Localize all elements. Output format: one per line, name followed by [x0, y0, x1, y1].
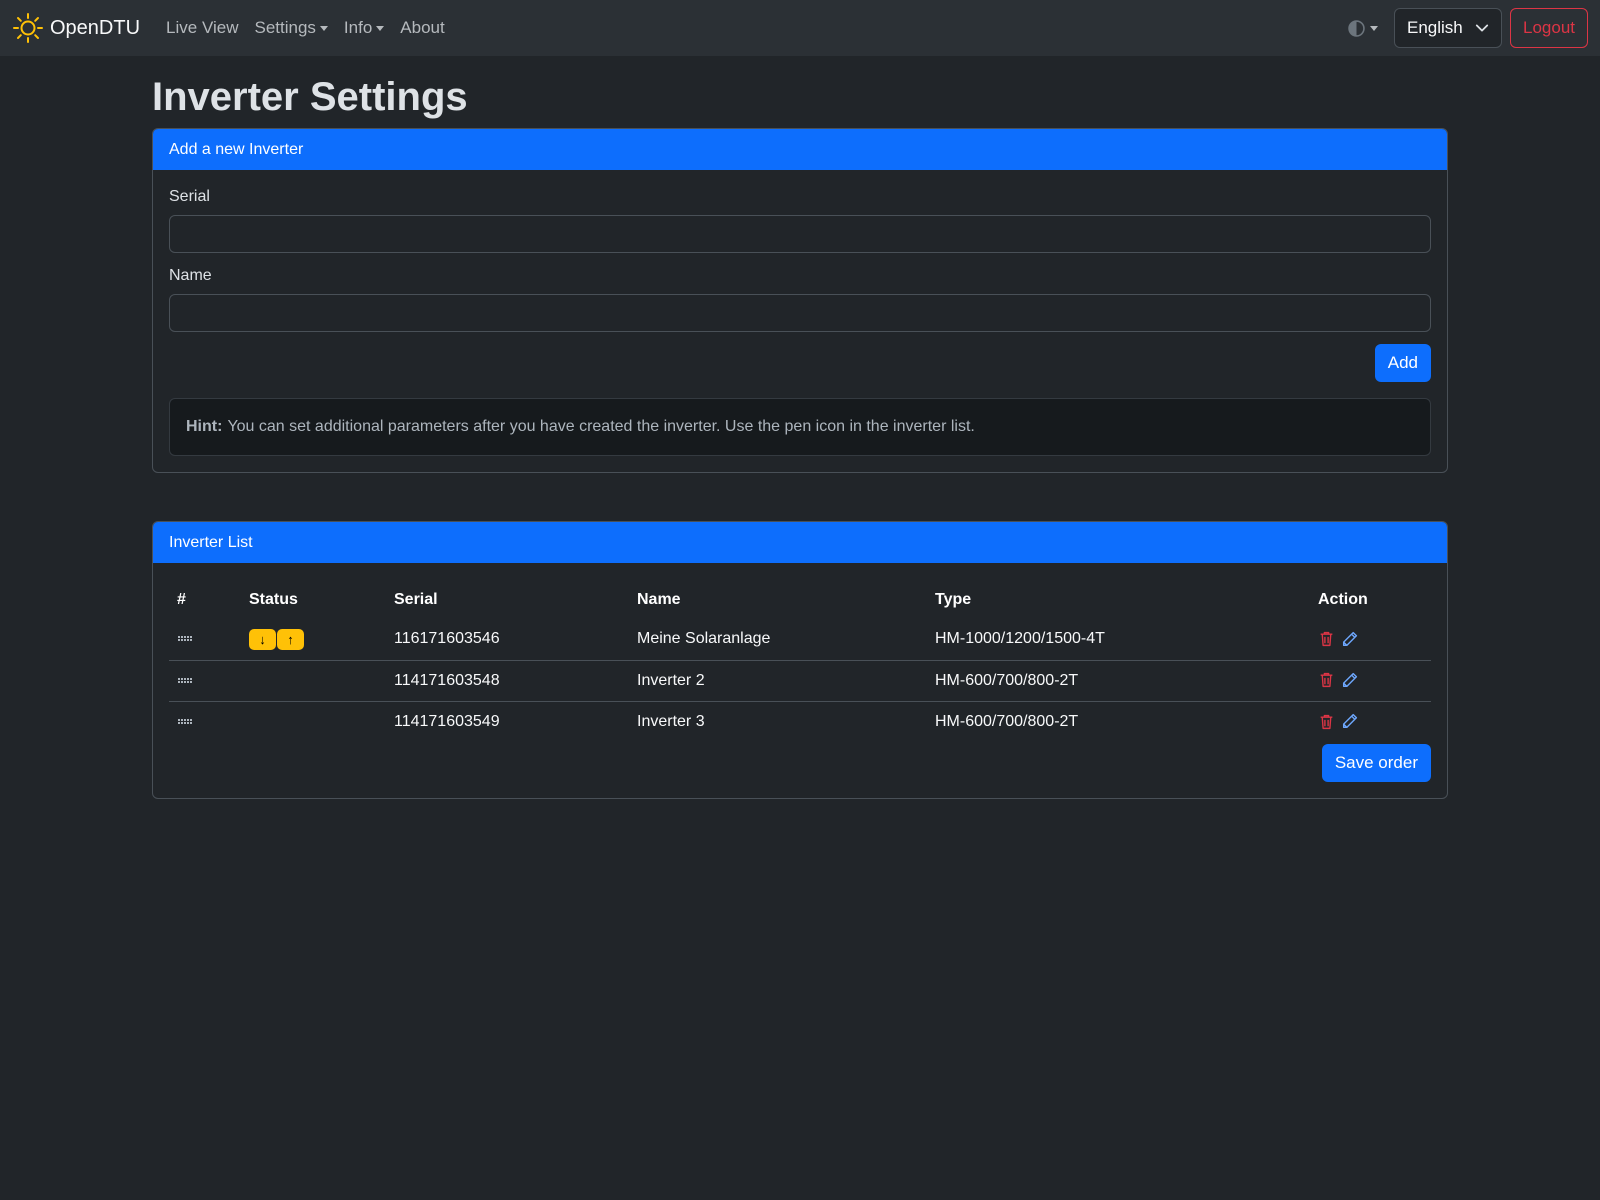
save-order-button[interactable]: Save order: [1321, 744, 1431, 782]
hint-box: Hint: You can set additional parameters …: [169, 398, 1431, 456]
page-title: Inverter Settings: [152, 75, 468, 119]
row-type: HM-600/700/800-2T: [927, 659, 1310, 701]
inverter-list-card: Inverter List # Status Serial Name Type …: [152, 521, 1448, 799]
table-row: 114171603548 Inverter 2 HM-600/700/800-2…: [169, 659, 1431, 701]
row-status: [241, 700, 386, 742]
add-inverter-card: Add a new Inverter Serial Name Add Hint:…: [152, 128, 1448, 473]
nav-settings-label: Settings: [254, 18, 316, 37]
row-serial: 114171603548: [386, 659, 629, 701]
language-select[interactable]: English: [1394, 8, 1502, 48]
nav-info-dropdown[interactable]: Info: [343, 18, 385, 38]
name-label: Name: [169, 267, 212, 284]
row-name: Inverter 2: [629, 659, 927, 701]
nav-about[interactable]: About: [400, 18, 444, 38]
row-status: [241, 659, 386, 701]
caret-down-icon: [1370, 25, 1378, 31]
receive-badge: ↓: [249, 628, 276, 650]
theme-toggle[interactable]: [1348, 19, 1378, 37]
brand-name: OpenDTU: [50, 16, 141, 39]
send-badge: ↑: [277, 628, 304, 650]
pencil-icon[interactable]: [1341, 672, 1358, 689]
col-header-action: Action: [1318, 591, 1368, 608]
trash-icon[interactable]: [1318, 630, 1335, 648]
main-content: Inverter Settings Add a new Inverter Ser…: [152, 56, 1448, 799]
table-row: 114171603549 Inverter 3 HM-600/700/800-2…: [169, 700, 1431, 742]
col-header-status: Status: [249, 591, 298, 608]
col-header-name: Name: [637, 591, 681, 608]
drag-handle-icon[interactable]: [177, 677, 193, 685]
col-header-serial: Serial: [394, 591, 438, 608]
add-inverter-header: Add a new Inverter: [153, 129, 1447, 170]
hint-text: You can set additional parameters after …: [227, 418, 975, 435]
name-input[interactable]: [169, 294, 1431, 332]
language-value: English: [1407, 18, 1463, 37]
chevron-down-icon: [1475, 24, 1489, 32]
pencil-icon[interactable]: [1341, 713, 1358, 730]
nav-about-label: About: [400, 18, 445, 37]
col-header-index: #: [177, 591, 186, 608]
navbar: OpenDTU Live View Settings Info About En…: [0, 0, 1600, 56]
row-serial: 114171603549: [386, 700, 629, 742]
caret-down-icon: [319, 25, 328, 31]
drag-handle-icon[interactable]: [177, 718, 193, 726]
nav-live-view-label: Live View: [166, 18, 239, 37]
inverter-table: # Status Serial Name Type Action ↓ ↑ 116…: [169, 581, 1431, 742]
caret-down-icon: [376, 25, 385, 31]
row-type: HM-1000/1200/1500-4T: [935, 630, 1105, 648]
inverter-list-header: Inverter List: [153, 522, 1447, 563]
nav-settings-dropdown[interactable]: Settings: [254, 18, 328, 38]
add-button[interactable]: Add: [1374, 344, 1431, 382]
nav-live-view[interactable]: Live View: [166, 18, 238, 38]
brand[interactable]: OpenDTU: [12, 12, 140, 44]
circle-half-icon: [1348, 19, 1365, 37]
logout-button[interactable]: Logout: [1510, 8, 1588, 48]
row-type: HM-600/700/800-2T: [927, 700, 1310, 742]
pencil-icon[interactable]: [1341, 631, 1358, 648]
col-header-type: Type: [935, 591, 972, 608]
row-name: Meine Solaranlage: [637, 630, 771, 648]
row-name: Inverter 3: [629, 700, 927, 742]
row-serial: 116171603546: [394, 630, 500, 648]
serial-label: Serial: [169, 188, 210, 205]
trash-icon[interactable]: [1318, 671, 1335, 689]
hint-label: Hint:: [186, 418, 223, 435]
nav-info-label: Info: [343, 18, 373, 37]
table-row: ↓ ↑ 116171603546 Meine Solaranlage HM-100…: [169, 619, 1431, 660]
sun-logo-icon: [13, 13, 43, 43]
serial-input[interactable]: [169, 215, 1431, 253]
trash-icon[interactable]: [1318, 713, 1335, 731]
drag-handle-icon[interactable]: [177, 635, 193, 643]
